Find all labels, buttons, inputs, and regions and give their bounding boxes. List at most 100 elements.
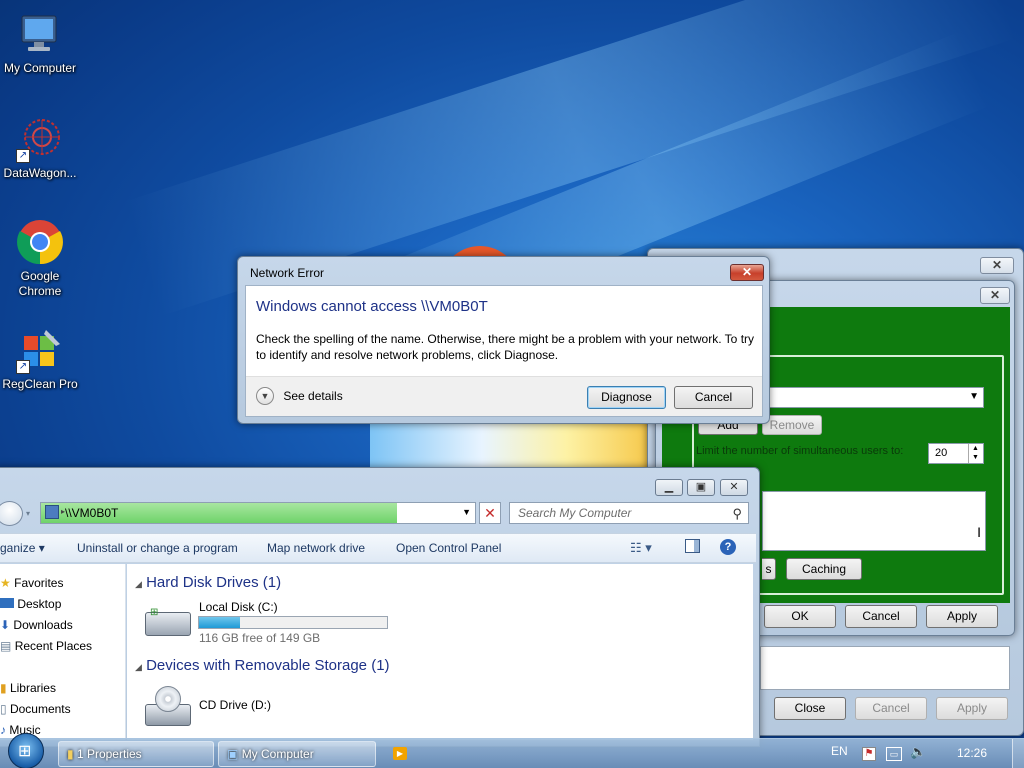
disc-icon bbox=[155, 686, 181, 712]
disk-usage-fill bbox=[199, 617, 241, 628]
taskbar-item-my-computer[interactable]: ▣ My Computer bbox=[218, 741, 376, 767]
limit-users-value: 20 bbox=[935, 447, 948, 459]
stop-button[interactable]: ✕ bbox=[479, 502, 501, 524]
forward-button[interactable]: ▾ bbox=[26, 509, 36, 519]
nav-label: Downloads bbox=[13, 618, 73, 632]
desktop-icon-label: Google Chrome bbox=[18, 269, 62, 298]
expand-chevron-icon: ▼ bbox=[256, 387, 274, 405]
search-icon: ⚲ bbox=[732, 506, 742, 521]
apply-button-disabled[interactable]: Apply bbox=[936, 697, 1008, 720]
address-bar[interactable]: ▸ \\VM0B0T ▼ bbox=[40, 502, 476, 524]
network-error-dialog: Network Error ✕ Windows cannot access \\… bbox=[237, 256, 770, 424]
desktop-icon-label: RegClean Pro bbox=[2, 377, 78, 391]
nav-favorites[interactable]: ★ Favorites bbox=[0, 576, 63, 590]
desktop-icon-regclean-pro[interactable]: ↗ RegClean Pro bbox=[0, 326, 80, 392]
caching-button[interactable]: Caching bbox=[786, 558, 862, 580]
error-message: Check the spelling of the name. Otherwis… bbox=[256, 332, 755, 362]
close-button[interactable]: ✕ bbox=[720, 479, 748, 496]
properties-back-close-button[interactable]: ✕ bbox=[980, 257, 1014, 274]
nav-downloads[interactable]: ⬇ Downloads bbox=[0, 618, 73, 632]
nav-label: Favorites bbox=[14, 576, 64, 590]
action-center-icon[interactable]: ⚑ bbox=[862, 747, 876, 761]
cancel-button[interactable]: Cancel bbox=[674, 386, 753, 409]
limit-users-stepper[interactable]: 20 ▲ ▼ bbox=[928, 443, 984, 464]
see-details-toggle[interactable]: ▼ See details bbox=[256, 387, 343, 407]
volume-icon[interactable]: 🔈 bbox=[910, 744, 926, 760]
command-bar: ganize ▾ Uninstall or change a program M… bbox=[0, 533, 756, 563]
network-icon[interactable]: ▭ bbox=[886, 747, 902, 761]
comments-textarea[interactable]: I bbox=[762, 491, 986, 551]
desktop-icon-my-computer[interactable]: My Computer bbox=[0, 10, 80, 76]
dialog-close-button[interactable]: ✕ bbox=[730, 264, 764, 281]
clock[interactable]: 12:26 bbox=[957, 746, 987, 760]
uninstall-program-button[interactable]: Uninstall or change a program bbox=[77, 541, 238, 555]
hard-drive-icon: ⊞ bbox=[145, 607, 191, 636]
minimize-button[interactable]: ▁ bbox=[655, 479, 683, 496]
desktop-icon-label: My Computer bbox=[3, 61, 77, 75]
drive-name: CD Drive (D:) bbox=[199, 698, 271, 712]
remove-button[interactable]: Remove bbox=[762, 415, 822, 435]
spinner-arrows-icon: ▲ ▼ bbox=[968, 444, 982, 463]
desktop-icon-label: DataWagon... bbox=[3, 166, 77, 180]
cancel-button-disabled[interactable]: Cancel bbox=[855, 697, 927, 720]
apply-button[interactable]: Apply bbox=[926, 605, 998, 628]
stop-icon: ✕ bbox=[484, 505, 496, 521]
nav-recent-places[interactable]: ▤ Recent Places bbox=[0, 639, 92, 653]
nav-desktop[interactable]: Desktop bbox=[0, 597, 61, 611]
shortcut-arrow-icon: ↗ bbox=[16, 360, 30, 374]
windows-flag-icon: ⊞ bbox=[150, 607, 159, 618]
drive-cd[interactable]: CD Drive (D:) bbox=[145, 684, 345, 730]
documents-icon: ▯ bbox=[0, 702, 7, 716]
star-icon: ★ bbox=[0, 576, 11, 590]
ok-button[interactable]: OK bbox=[764, 605, 836, 628]
group-label: Devices with Removable Storage (1) bbox=[146, 657, 390, 674]
search-input[interactable]: Search My Computer ⚲ bbox=[509, 502, 749, 524]
cancel-button[interactable]: Cancel bbox=[845, 605, 917, 628]
recent-places-icon: ▤ bbox=[0, 639, 12, 653]
datawagon-icon: ↗ bbox=[16, 115, 64, 163]
drive-local-disk[interactable]: ⊞ Local Disk (C:) 116 GB free of 149 GB bbox=[145, 600, 395, 646]
collapse-arrow-icon: ◢ bbox=[135, 662, 142, 672]
desktop-icon-datawagon[interactable]: ↗ DataWagon... bbox=[0, 115, 80, 181]
maximize-button[interactable]: ▣ bbox=[687, 479, 715, 496]
disk-free-text: 116 GB free of 149 GB bbox=[199, 631, 321, 645]
close-icon: ✕ bbox=[989, 288, 1001, 302]
language-indicator[interactable]: EN bbox=[831, 744, 848, 758]
windows-logo-flag bbox=[370, 420, 650, 470]
taskbar-item-properties[interactable]: ▮ 1 Properties bbox=[58, 741, 214, 767]
map-network-drive-button[interactable]: Map network drive bbox=[267, 541, 365, 555]
see-details-label: See details bbox=[283, 389, 343, 403]
computer-icon: ▣ bbox=[227, 747, 239, 761]
search-placeholder: Search My Computer bbox=[518, 506, 632, 520]
group-header-removable[interactable]: ◢ Devices with Removable Storage (1) bbox=[135, 657, 390, 674]
permissions-button[interactable]: s bbox=[762, 558, 776, 580]
windows-logo-icon: ⊞ bbox=[18, 743, 32, 760]
start-button[interactable]: ⊞ bbox=[8, 733, 44, 768]
close-button[interactable]: Close bbox=[774, 697, 846, 720]
taskbar-item-label: My Computer bbox=[241, 747, 314, 761]
nav-libraries[interactable]: ▮ Libraries bbox=[0, 681, 56, 695]
preview-pane-icon[interactable] bbox=[685, 539, 700, 553]
view-options-icon[interactable]: ☷ ▾ bbox=[630, 540, 652, 556]
navigation-pane: ★ Favorites Desktop ⬇ Downloads ▤ Recent… bbox=[0, 564, 126, 740]
text-cursor-icon: I bbox=[977, 524, 981, 540]
show-desktop-button[interactable] bbox=[1012, 739, 1024, 768]
desktop-icon-google-chrome[interactable]: Google Chrome bbox=[0, 218, 80, 299]
open-control-panel-button[interactable]: Open Control Panel bbox=[396, 541, 501, 555]
nav-documents[interactable]: ▯ Documents bbox=[0, 702, 71, 716]
media-player-icon[interactable]: ▶ bbox=[393, 747, 407, 760]
share-name-dropdown[interactable]: ▼ bbox=[752, 387, 984, 408]
music-icon: ♪ bbox=[0, 723, 6, 737]
advanced-sharing-close-button[interactable]: ✕ bbox=[980, 287, 1010, 304]
diagnose-button[interactable]: Diagnose bbox=[587, 386, 666, 409]
group-header-hard-disks[interactable]: ◢ Hard Disk Drives (1) bbox=[135, 574, 281, 591]
address-text: \\VM0B0T bbox=[65, 506, 119, 520]
taskbar: ⊞ ▮ 1 Properties ▣ My Computer ▶ EN ⚑ ▭ … bbox=[0, 733, 1024, 768]
nav-label: Documents bbox=[9, 702, 71, 716]
shortcut-arrow-icon: ↗ bbox=[16, 149, 30, 163]
organize-menu[interactable]: ganize ▾ bbox=[0, 541, 45, 555]
taskbar-item-label: 1 Properties bbox=[76, 747, 142, 761]
close-icon: ✕ bbox=[991, 258, 1003, 272]
help-icon[interactable]: ? bbox=[720, 539, 736, 555]
chevron-down-icon[interactable]: ▼ bbox=[462, 507, 471, 517]
